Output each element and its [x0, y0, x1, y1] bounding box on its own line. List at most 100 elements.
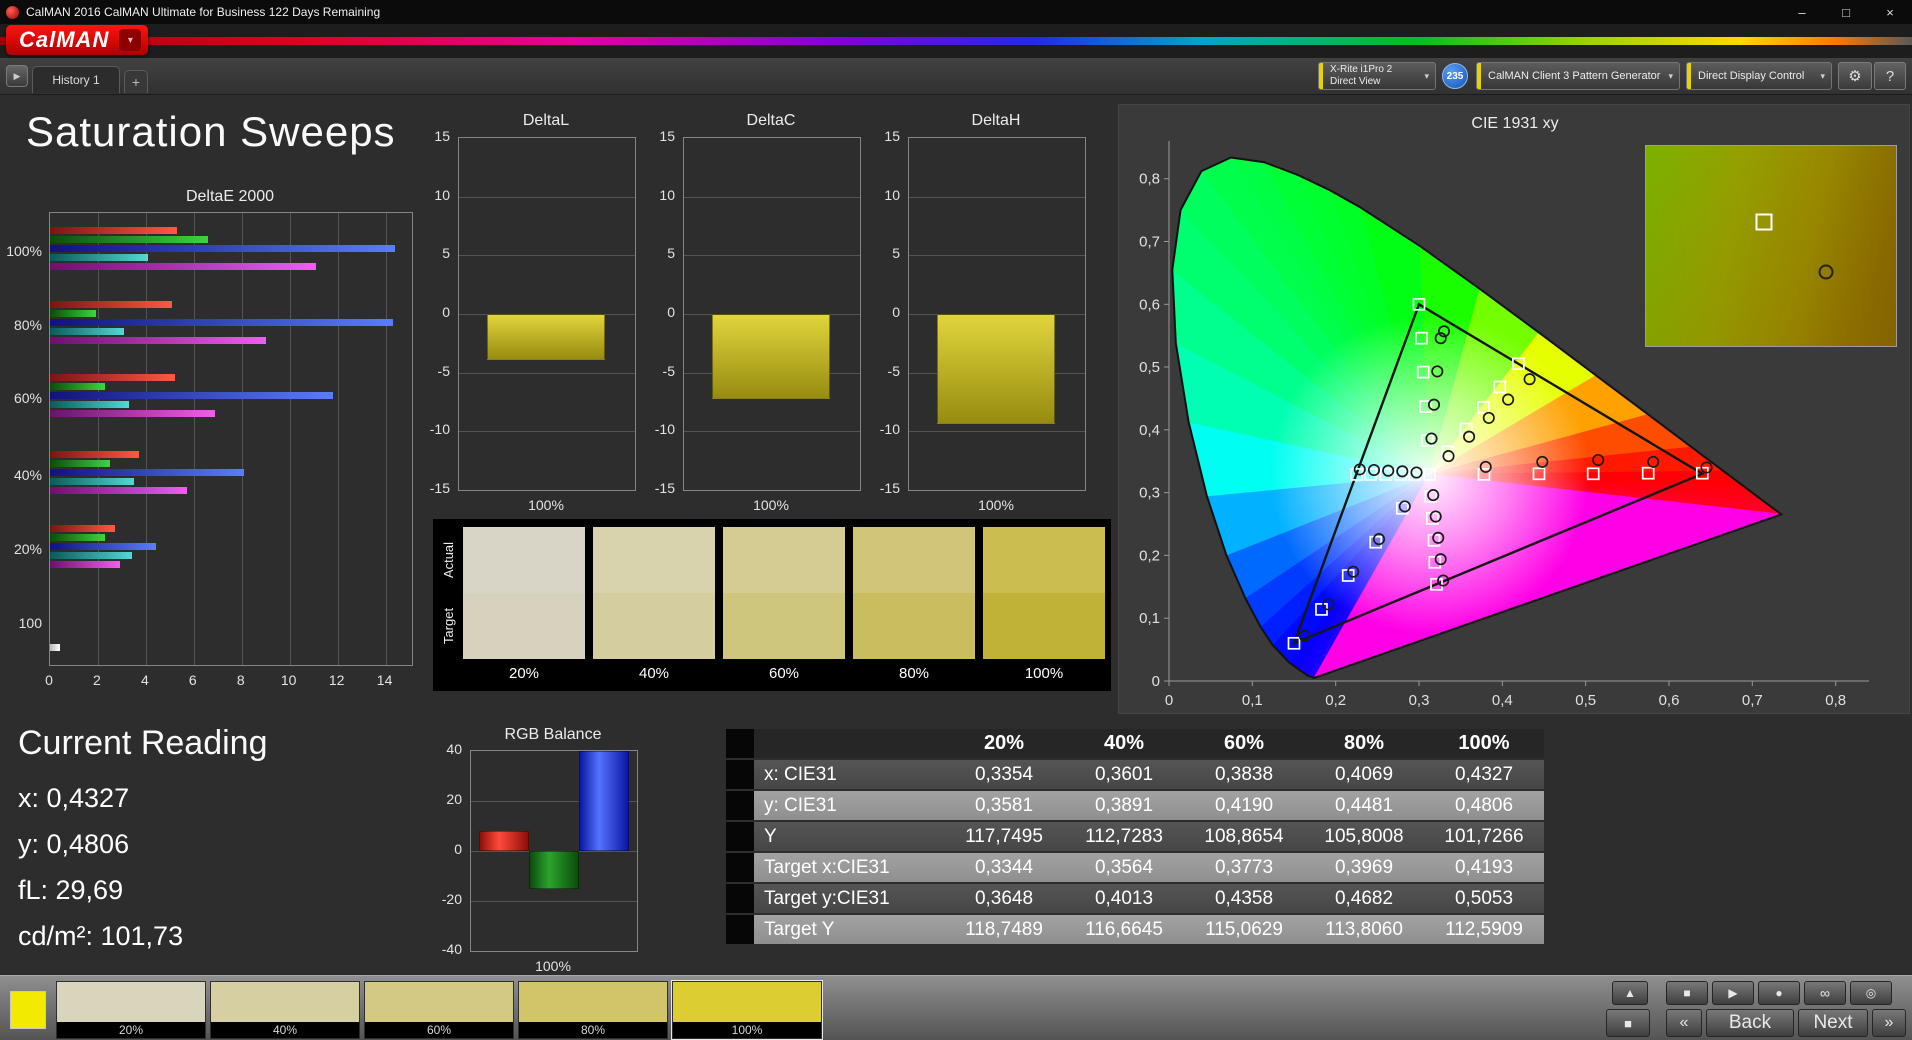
bottom-swatch-20%[interactable]: 20% — [56, 981, 206, 1039]
delta-h-chart: DeltaH 15 10 5 0 -5 -10 -15 100% — [858, 112, 1098, 524]
rgb-balance-gridline — [471, 901, 637, 902]
table-cell: 0,4069 — [1304, 760, 1424, 791]
delta-chart-y-tick: 10 — [434, 186, 450, 203]
delta-chart-x-label: 100% — [528, 497, 564, 513]
delta-chart-y-tick: 0 — [442, 304, 450, 320]
bottom-swatch-label: 100% — [673, 1022, 821, 1038]
deltae-bar-blue — [50, 469, 245, 476]
delta-chart-y-tick: -15 — [429, 480, 450, 496]
panel-toggle-button[interactable]: ▶ — [6, 65, 28, 87]
skip-back-button[interactable]: « — [1666, 1009, 1702, 1037]
delta-chart-title: DeltaC — [746, 112, 796, 129]
link-button[interactable]: ◎ — [1850, 981, 1892, 1005]
delta-chart-y-tick: 10 — [884, 186, 900, 203]
deltae-bar-magenta — [50, 337, 266, 344]
deltae-bar-magenta — [50, 263, 317, 270]
add-tab-button[interactable]: + — [124, 70, 148, 93]
double-chevron-right-icon: » — [1884, 1014, 1894, 1031]
table-row-strip — [726, 822, 754, 853]
display-control-dropdown[interactable]: Direct Display Control ▾ — [1686, 62, 1832, 90]
deltae-y-tick: 100 — [18, 615, 42, 631]
delta-chart-gridline — [684, 196, 860, 198]
table-cell: 0,3564 — [1064, 853, 1184, 884]
table-row-label: Target x:CIE31 — [754, 853, 944, 884]
titlebar: CalMAN 2016 CalMAN Ultimate for Business… — [0, 0, 1912, 24]
deltae-x-tick: 2 — [92, 672, 101, 688]
pattern-generator-dropdown[interactable]: CalMAN Client 3 Pattern Generator ▾ — [1476, 62, 1680, 90]
main-area: Saturation Sweeps DeltaE 2000 0 2 4 6 8 10 12 14… — [0, 94, 1912, 975]
bottom-bar: 20% 40% 60% 80% 100% ▲ ■ ■ ▶ ● ∞ ◎ « Back Ne… — [0, 975, 1912, 1040]
target-icon: ◎ — [1865, 986, 1877, 1000]
cie-y-tick: 0 — [1152, 673, 1160, 690]
bottom-swatch-80%[interactable]: 80% — [518, 981, 668, 1039]
settings-button[interactable]: ⚙ — [1838, 62, 1872, 90]
meter-labels: X-Rite i1Pro 2 Direct View — [1330, 64, 1392, 88]
deltae-plot — [49, 212, 413, 666]
deltae-bar-blue — [50, 319, 393, 326]
toolbar: ▶ History 1 + X-Rite i1Pro 2 Direct View… — [0, 58, 1912, 95]
deltae-gridline — [289, 213, 291, 665]
actual-swatch — [723, 527, 845, 593]
delta-chart-y-tick: -5 — [437, 362, 450, 379]
meter-mode: Direct View — [1330, 76, 1381, 87]
delta-chart-title: DeltaH — [971, 112, 1021, 129]
delta-chart-bar — [937, 314, 1055, 425]
stop-button[interactable]: ■ — [1666, 981, 1708, 1005]
skip-forward-button[interactable]: » — [1872, 1009, 1906, 1037]
page-title: Saturation Sweeps — [26, 108, 396, 155]
cie-x-tick: 0,7 — [1742, 692, 1763, 709]
delta-chart-x-label: 100% — [978, 497, 1014, 513]
deltae-bar-cyan — [50, 401, 130, 408]
caret-down-icon: ▾ — [119, 29, 142, 51]
bottom-swatch-60%[interactable]: 60% — [364, 981, 514, 1039]
play-button[interactable]: ▶ — [1712, 981, 1754, 1005]
current-reading-title: Current Reading — [18, 724, 268, 762]
gear-icon: ⚙ — [1848, 68, 1862, 85]
help-button[interactable]: ? — [1874, 62, 1906, 90]
cie-x-tick: 0,5 — [1575, 692, 1596, 709]
table-cell: 0,4190 — [1184, 791, 1304, 822]
current-color-swatch[interactable] — [10, 991, 46, 1029]
meter-dropdown[interactable]: X-Rite i1Pro 2 Direct View ▾ — [1318, 62, 1436, 90]
table-cell: 0,4682 — [1304, 884, 1424, 915]
delta-c-chart: DeltaC 15 10 5 0 -5 -10 -15 100% — [633, 112, 873, 524]
pattern-generator-stripe — [1477, 63, 1481, 89]
bottom-swatch-100%[interactable]: 100% — [671, 980, 823, 1040]
deltae-title: DeltaE 2000 — [185, 188, 275, 205]
deltae-bar-cyan — [50, 552, 132, 559]
rgb-balance-y-tick: -40 — [441, 941, 462, 957]
delta-chart-y-tick: 10 — [659, 186, 675, 203]
tab-history-1[interactable]: History 1 — [32, 66, 120, 93]
deltae-bar-cyan — [50, 254, 149, 261]
close-button[interactable]: × — [1868, 0, 1912, 24]
bottom-swatch-label: 40% — [211, 1022, 359, 1038]
table-header: 60% — [1184, 729, 1304, 760]
deltae-bar-magenta — [50, 487, 187, 494]
minimize-button[interactable]: – — [1780, 0, 1824, 24]
maximize-button[interactable]: □ — [1824, 0, 1868, 24]
layout-up-button[interactable]: ▲ — [1612, 981, 1648, 1005]
reading-cdm2: cd/m²: 101,73 — [18, 921, 184, 951]
calman-logo-menu[interactable]: CalMAN ▾ — [6, 25, 149, 55]
delta-chart-y-tick: -10 — [429, 421, 450, 438]
table-cell: 0,3601 — [1064, 760, 1184, 791]
layout-panel-button[interactable]: ■ — [1606, 1009, 1650, 1037]
bottom-swatch-40%[interactable]: 40% — [210, 981, 360, 1039]
back-button[interactable]: Back — [1706, 1009, 1794, 1037]
rgb-balance-title: RGB Balance — [504, 726, 602, 743]
table-row-label: Target Y — [754, 915, 944, 946]
table-cell: 0,5053 — [1424, 884, 1544, 915]
rgb-balance-chart: RGB Balance 40 20 0 -20 -40 100% — [420, 726, 664, 974]
reading-y: y: 0,4806 — [18, 829, 130, 859]
loop-button[interactable]: ∞ — [1804, 981, 1846, 1005]
arrow-up-icon: ▲ — [1624, 986, 1636, 1000]
record-button[interactable]: ● — [1758, 981, 1800, 1005]
table-header: 100% — [1424, 729, 1544, 760]
delta-chart-gridline — [459, 431, 635, 433]
rgb-balance-bar-green — [529, 851, 579, 889]
delta-chart-gridline — [684, 255, 860, 257]
next-button[interactable]: Next — [1798, 1009, 1868, 1037]
deltae-bar-blue — [50, 245, 396, 252]
deltae-gridline — [385, 213, 387, 665]
deltae-bar-blue — [50, 543, 156, 550]
